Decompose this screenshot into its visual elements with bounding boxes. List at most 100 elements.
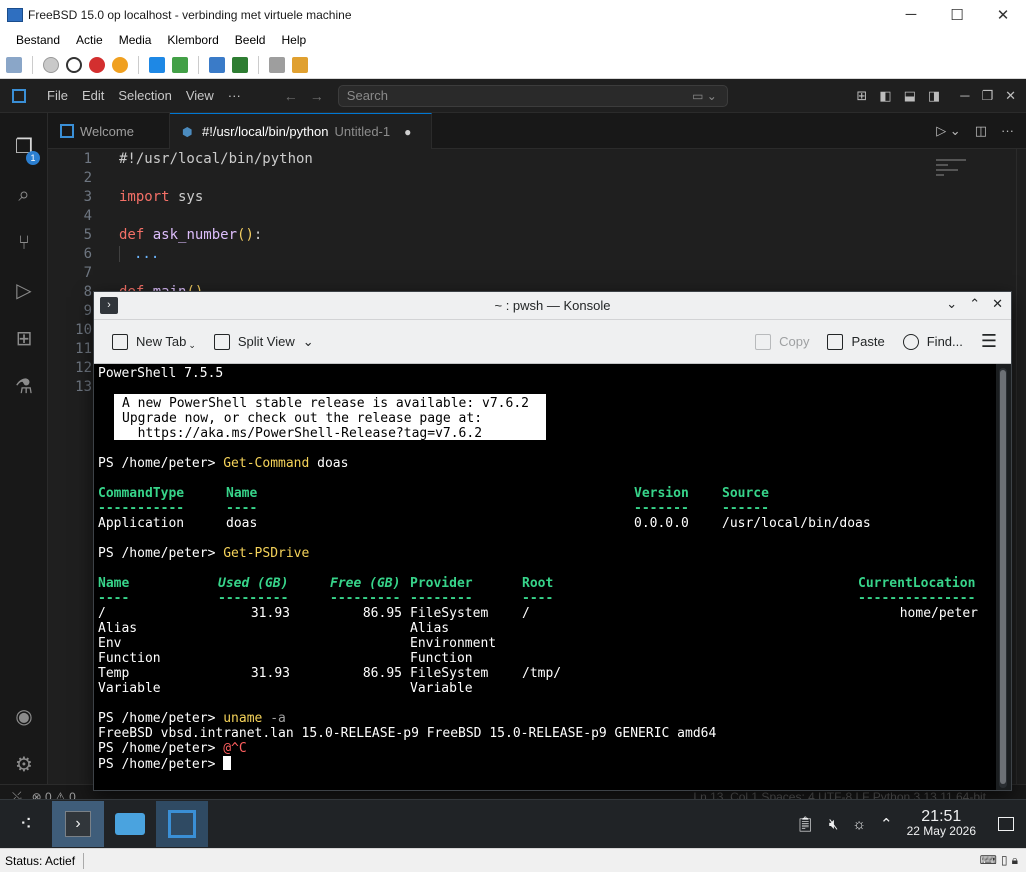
host-menubar: Bestand Actie Media Klembord Beeld Help — [0, 29, 1026, 51]
menu-beeld[interactable]: Beeld — [227, 33, 274, 47]
testing-icon[interactable]: ⚗ — [12, 375, 36, 399]
find-button[interactable]: Find... — [902, 333, 963, 350]
line-number: 11 — [75, 341, 92, 357]
tab-description: Untitled-1 — [334, 124, 391, 139]
brightness-icon[interactable]: ☼ — [852, 816, 866, 833]
menu-actie[interactable]: Actie — [68, 33, 111, 47]
more-actions-icon[interactable]: ··· — [1001, 123, 1014, 139]
run-debug-icon[interactable]: ▷ — [12, 279, 36, 303]
vm-screen[interactable]: File Edit Selection View ··· ← → Search … — [0, 79, 1026, 848]
activity-bar: ❐ 1 ⌕ ⑂ ▷ ⊞ ⚗ ◉ ⚙ — [0, 113, 48, 784]
toolbar-separator — [258, 55, 259, 74]
vscode-minimize-icon[interactable]: ─ — [960, 88, 969, 104]
split-view-button[interactable]: Split View ⌄ — [213, 333, 314, 350]
konsole-maximize-icon[interactable]: ⌃ — [969, 296, 980, 312]
command-center-search[interactable]: Search ▭ ⌄ — [337, 84, 728, 107]
toolbar-separator — [138, 55, 139, 74]
konsole-minimize-icon[interactable]: ⌄ — [946, 296, 957, 312]
table-cell: FileSystem — [410, 666, 489, 681]
terminal-output[interactable]: PowerShell 7.5.5 A new PowerShell stable… — [94, 364, 996, 790]
run-python-icon[interactable]: ▷ ⌄ — [936, 123, 961, 139]
col-rule: --------------- — [858, 591, 976, 606]
search-icon[interactable]: ⌕ — [12, 183, 36, 207]
vscode-close-icon[interactable]: ✕ — [1005, 88, 1016, 104]
tray-expand-icon[interactable]: ⌃ — [880, 815, 893, 833]
hamburger-menu-icon[interactable]: ☰ — [981, 331, 997, 352]
vm-connection-icon — [7, 7, 23, 22]
volume-muted-icon[interactable]: 🔇︎ — [829, 816, 838, 833]
menu-more[interactable]: ··· — [221, 88, 248, 103]
tab-welcome[interactable]: Welcome — [48, 113, 170, 149]
application-launcher-icon[interactable]: ⁖ — [0, 801, 52, 847]
toggle-panel-icon[interactable]: ⬓ — [904, 88, 916, 104]
table-cell: / — [98, 606, 106, 621]
menu-bestand[interactable]: Bestand — [0, 33, 68, 47]
new-tab-button[interactable]: New Tab ⌄ — [112, 332, 196, 351]
new-tab-icon — [112, 333, 128, 350]
vscode-logo-icon — [12, 88, 26, 103]
taskbar-file-manager[interactable] — [104, 801, 156, 847]
line-number: 13 — [75, 379, 92, 395]
toggle-secondary-sidebar-icon[interactable]: ◨ — [928, 88, 940, 104]
minimap[interactable] — [936, 159, 976, 189]
menu-selection[interactable]: Selection — [111, 88, 178, 103]
col-header: Source — [722, 486, 769, 501]
editor-scrollbar[interactable] — [1016, 149, 1026, 784]
table-cell: Function — [98, 651, 161, 666]
paste-button[interactable]: Paste — [827, 333, 885, 350]
menu-help[interactable]: Help — [273, 33, 314, 47]
source-control-icon[interactable]: ⑂ — [12, 231, 36, 255]
col-header: CommandType — [98, 486, 185, 501]
ctrl-alt-del-icon[interactable] — [6, 56, 22, 73]
terminal-scrollbar[interactable] — [999, 368, 1007, 788]
accounts-icon[interactable]: ◉ — [12, 705, 36, 729]
share-icon[interactable] — [292, 56, 308, 73]
digital-clock[interactable]: 21:51 22 May 2026 — [907, 809, 976, 839]
chat-icon[interactable]: ▭ ⌄ — [692, 89, 717, 103]
toggle-sidebar-icon[interactable]: ◧ — [879, 88, 891, 104]
konsole-close-icon[interactable]: ✕ — [992, 296, 1003, 312]
explorer-badge: 1 — [26, 151, 40, 165]
konsole-window[interactable]: › ~ : pwsh — Konsole ⌄ ⌃ ✕ New Tab ⌄ Spl… — [93, 291, 1012, 791]
menu-media[interactable]: Media — [111, 33, 160, 47]
menu-view[interactable]: View — [179, 88, 221, 103]
menu-edit[interactable]: Edit — [75, 88, 111, 103]
start-icon[interactable] — [43, 56, 59, 73]
resume-icon[interactable] — [172, 56, 188, 73]
unsaved-indicator[interactable]: ● — [404, 125, 411, 139]
shut-down-icon[interactable] — [89, 56, 105, 73]
maximize-button[interactable]: ☐ — [934, 0, 980, 29]
table-cell: home/peter — [899, 606, 978, 621]
col-header: Version — [634, 486, 689, 501]
settings-gear-icon[interactable]: ⚙ — [12, 753, 36, 777]
col-rule: --------- — [218, 591, 289, 606]
enhanced-session-icon[interactable] — [269, 56, 285, 73]
minimize-button[interactable]: ─ — [888, 0, 934, 29]
forward-arrow-icon[interactable]: → — [304, 88, 330, 104]
close-button[interactable]: ✕ — [980, 0, 1026, 29]
turn-off-icon[interactable] — [66, 56, 82, 73]
show-desktop-icon[interactable] — [998, 817, 1014, 831]
pause-icon[interactable] — [149, 56, 165, 73]
checkpoint-icon[interactable] — [209, 56, 225, 73]
line-number: 12 — [75, 360, 92, 376]
revert-icon[interactable] — [232, 56, 248, 73]
clipboard-icon[interactable]: 📋︎ — [796, 815, 815, 833]
copy-button[interactable]: Copy — [755, 333, 809, 350]
power-icon[interactable] — [112, 56, 128, 73]
vscode-restore-icon[interactable]: ❐ — [981, 88, 993, 104]
customize-layout-icon[interactable]: ⊞ — [856, 88, 867, 104]
active-prompt[interactable]: PS /home/peter> — [98, 756, 232, 772]
back-arrow-icon[interactable]: ← — [278, 88, 304, 104]
taskbar-vscode[interactable] — [156, 801, 208, 847]
split-editor-icon[interactable]: ◫ — [975, 123, 987, 139]
tab-untitled-1[interactable]: ⬢ #!/usr/local/bin/python Untitled-1 ● — [170, 113, 432, 149]
taskbar-konsole[interactable]: › — [52, 801, 104, 847]
extensions-icon[interactable]: ⊞ — [12, 327, 36, 351]
line-number: 4 — [83, 208, 92, 224]
tab-label: #!/usr/local/bin/python — [202, 124, 329, 139]
konsole-titlebar[interactable]: › ~ : pwsh — Konsole ⌄ ⌃ ✕ — [94, 292, 1011, 320]
menu-klembord[interactable]: Klembord — [159, 33, 226, 47]
menu-file[interactable]: File — [40, 88, 75, 103]
pwsh-version: PowerShell 7.5.5 — [98, 366, 224, 381]
